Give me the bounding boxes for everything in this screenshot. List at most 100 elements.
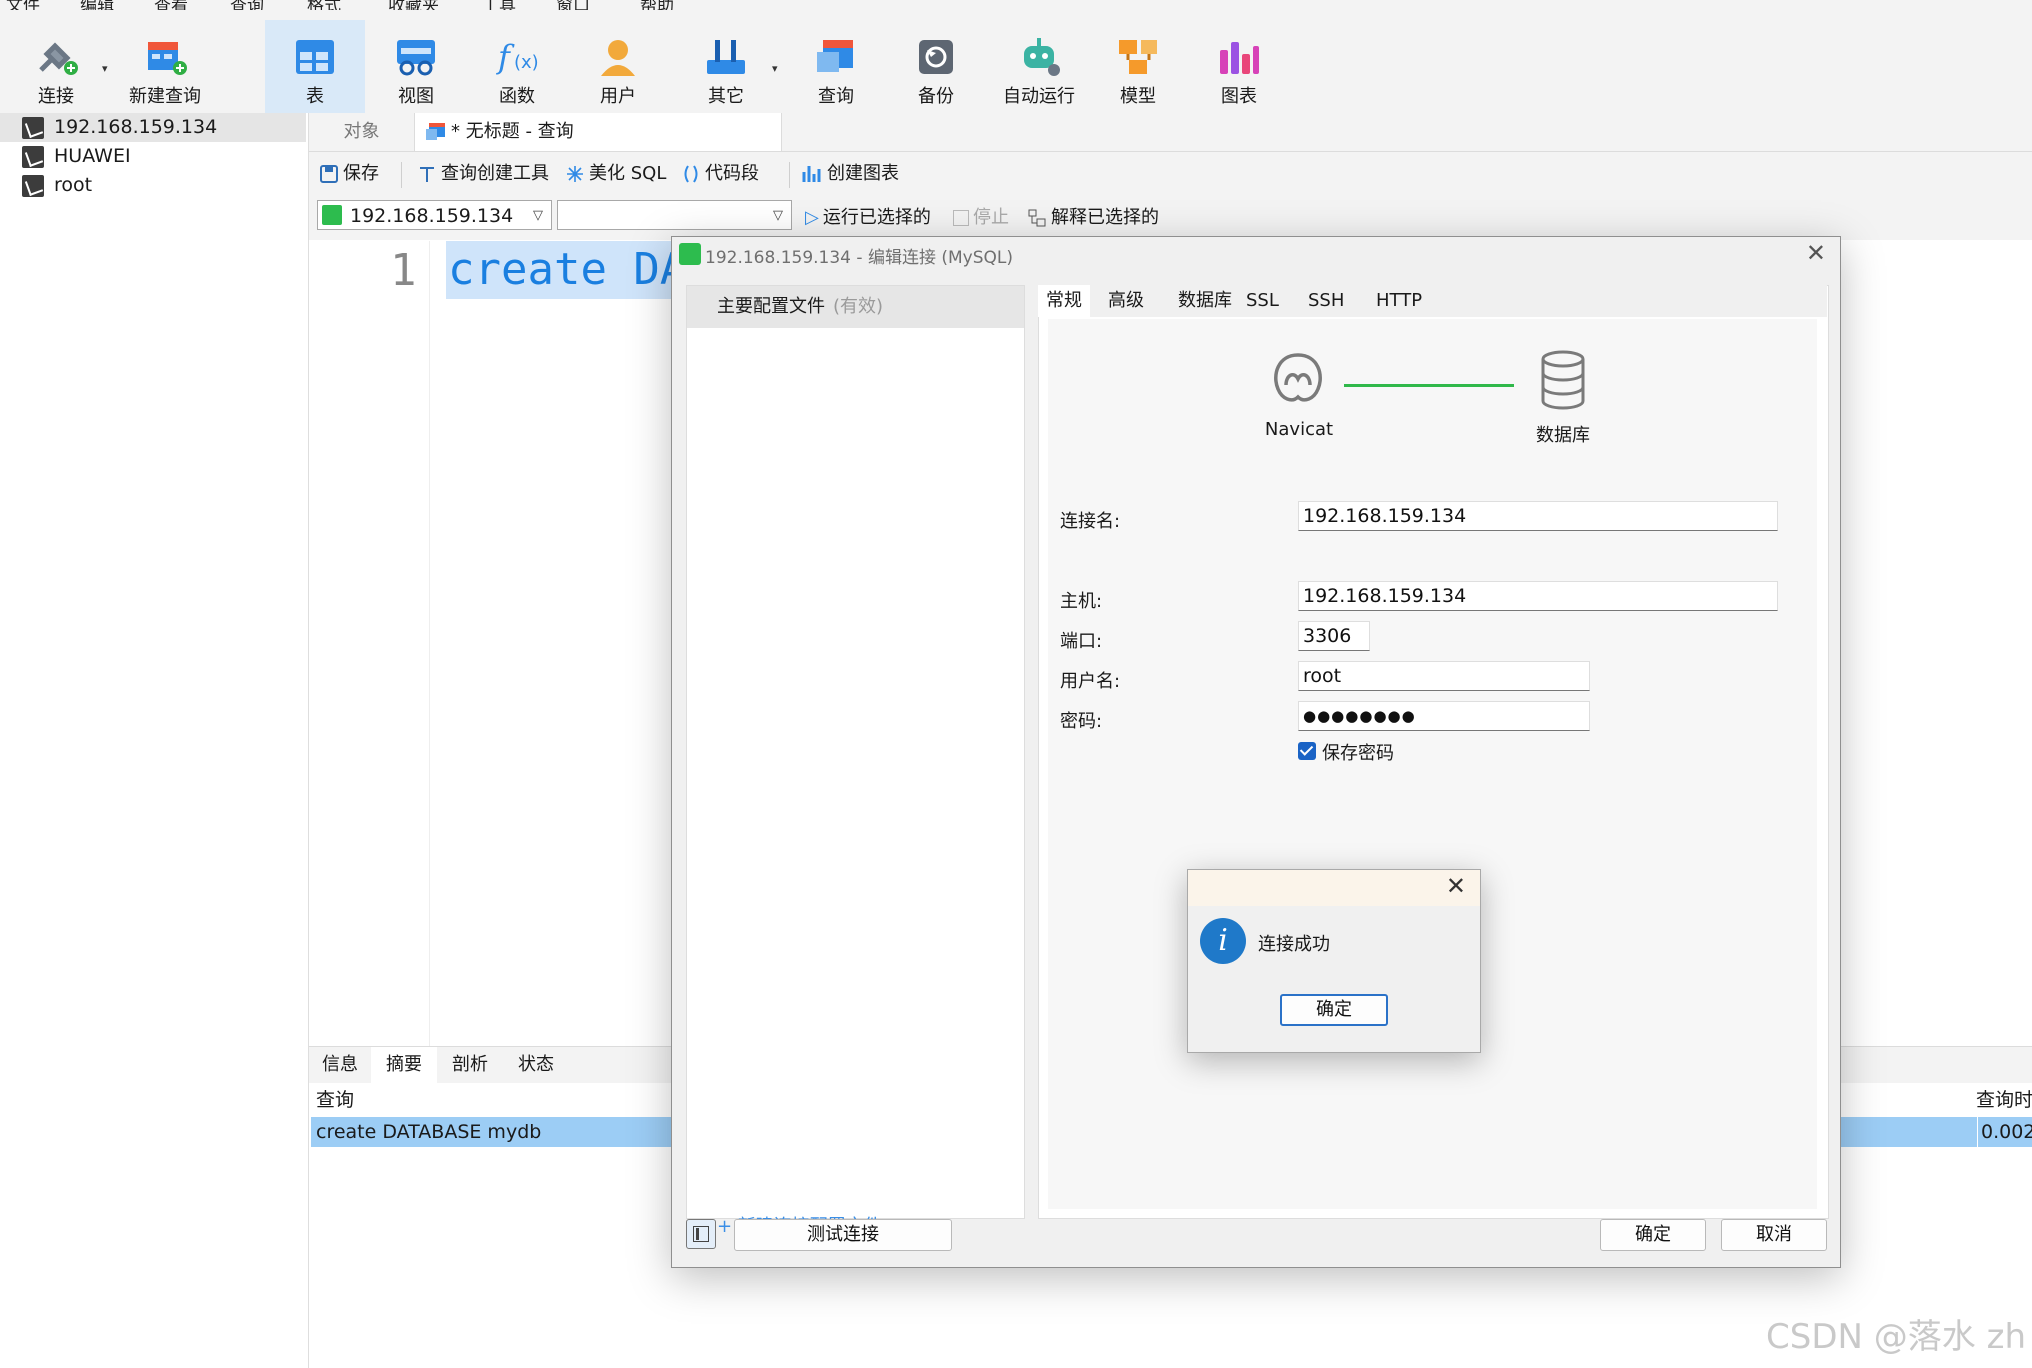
test-connection-button[interactable]: 测试连接 [734,1219,952,1251]
tab-advanced[interactable]: 高级 [1100,285,1152,317]
backup-button[interactable]: 备份 [886,20,986,118]
col-query-header[interactable]: 查询 [316,1085,354,1115]
tab-profile[interactable]: 剖析 [437,1047,503,1083]
tab-strip: 对象 * 无标题 - 查询 [309,113,2032,152]
tab-info[interactable]: 信息 [309,1047,371,1083]
profile-list: 主要配置文件 (有效) + 新建连接配置文件 [686,285,1025,1237]
message-ok-button[interactable]: 确定 [1280,994,1388,1026]
chart-outline-icon [802,166,821,182]
other-dropdown-icon[interactable]: ▾ [772,62,778,75]
table-button[interactable]: 表 [265,20,365,118]
new-query-button[interactable]: 新建查询 [115,20,215,118]
sidebar-icon-bar [696,1228,699,1240]
save-button[interactable]: 保存 [319,162,379,186]
function-button[interactable]: f (x) 函数 [467,20,567,118]
query-icon [817,40,853,72]
menu-query[interactable]: 查询 [230,0,264,10]
tab-ssh[interactable]: SSH [1300,285,1352,317]
password-label: 密码: [1060,711,1103,732]
watermark: CSDN @落水 zh [1766,1317,2026,1357]
run-selected-button[interactable]: ▷ 运行已选择的 [805,206,931,230]
password-field[interactable]: ●●●●●●●● [1298,701,1590,731]
new-query-icon [148,42,187,75]
col-time-header[interactable]: 查询时 [1976,1085,2032,1115]
tab-status[interactable]: 状态 [503,1047,569,1083]
host-label: 主机: [1060,591,1103,612]
menu-format[interactable]: 格式 [307,0,341,10]
save-password-label: 保存密码 [1322,743,1394,764]
general-settings-form: Navicat 数据库 连接名: 192.168.159.134 主机: 192… [1048,319,1817,1209]
menu-window[interactable]: 窗口 [556,0,590,10]
connect-button[interactable]: 连接 [6,20,106,118]
connect-dropdown-icon[interactable]: ▾ [102,62,108,75]
chart-button[interactable]: 图表 [1189,20,1289,118]
tab-untitled-query[interactable]: * 无标题 - 查询 [414,113,782,151]
port-field[interactable]: 3306 [1298,621,1370,651]
explain-icon [1028,209,1046,227]
connection-tree: 192.168.159.134 HUAWEI root [0,113,309,1368]
database-icon [1541,350,1585,410]
menu-help[interactable]: 帮助 [640,0,674,10]
profile-item-main[interactable]: 主要配置文件 (有效) [687,286,1024,328]
navicat-logo-icon [1274,353,1322,402]
explain-selected-button[interactable]: 解释已选择的 [1027,206,1159,230]
view-icon [397,40,435,76]
username-field[interactable]: root [1298,661,1590,691]
tab-ssl[interactable]: SSL [1238,285,1287,317]
beautify-sql-button[interactable]: 美化 SQL [565,162,666,186]
message-text: 连接成功 [1258,934,1330,955]
code-snippet-button[interactable]: 代码段 [681,162,759,186]
message-titlebar: ✕ [1188,870,1480,906]
query-builder-button[interactable]: 查询创建工具 [417,162,549,186]
model-icon [1119,40,1157,74]
other-button[interactable]: 其它 [676,20,776,118]
dialog-titlebar: 192.168.159.134 - 编辑连接 (MySQL) ✕ [672,237,1840,271]
database-select[interactable]: ▽ [557,200,792,230]
create-chart-button[interactable]: 创建图表 [801,162,899,186]
tab-http[interactable]: HTTP [1368,285,1430,317]
close-icon[interactable]: ✕ [1446,872,1466,900]
tab-general[interactable]: 常规 [1038,285,1090,317]
code-line[interactable]: create DA [446,241,689,299]
row-query-cell: create DATABASE mydb [316,1121,542,1143]
automation-button[interactable]: 自动运行 [987,20,1091,118]
menu-edit[interactable]: 编辑 [80,0,114,10]
tree-item-connection[interactable]: 192.168.159.134 [0,113,306,142]
tab-database[interactable]: 数据库 [1170,285,1240,317]
query-button[interactable]: 查询 [786,20,886,118]
tab-summary[interactable]: 摘要 [371,1047,437,1083]
model-button[interactable]: 模型 [1088,20,1188,118]
menu-file[interactable]: 文件 [6,0,40,10]
stop-button[interactable]: 停止 [953,206,1009,230]
view-button[interactable]: 视图 [366,20,466,118]
function-icon: f (x) [496,38,539,76]
menu-view[interactable]: 查看 [154,0,188,10]
row-time-cell: 0.002s [1977,1117,2032,1147]
ok-button[interactable]: 确定 [1600,1219,1706,1251]
close-icon[interactable]: ✕ [1806,239,1826,267]
chevron-down-icon: ▽ [773,208,783,223]
conn-name-label: 连接名: [1060,511,1121,532]
port-label: 端口: [1060,631,1103,652]
svg-text:(x): (x) [514,52,539,73]
conn-name-field[interactable]: 192.168.159.134 [1298,501,1778,531]
connection-success-dialog: ✕ i 连接成功 确定 [1187,869,1481,1053]
tree-item-root[interactable]: root [0,171,306,200]
user-button[interactable]: 用户 [568,20,668,118]
chart-icon [1220,42,1259,74]
diagram-navicat-label: Navicat [1264,419,1334,440]
cancel-button[interactable]: 取消 [1721,1219,1827,1251]
save-icon [320,165,338,183]
menu-favorites[interactable]: 收藏夹 [388,0,439,10]
chevron-down-icon: ▽ [533,208,543,223]
toggle-sidebar-button[interactable] [686,1219,716,1249]
tab-objects[interactable]: 对象 [309,113,414,151]
save-password-checkbox[interactable] [1298,742,1316,760]
menu-tools[interactable]: 工具 [482,0,516,10]
connection-select[interactable]: 192.168.159.134 ▽ [317,200,552,230]
line-number: 1 [390,245,417,296]
tree-item-huawei[interactable]: HUAWEI [0,142,306,171]
username-label: 用户名: [1060,671,1121,692]
host-field[interactable]: 192.168.159.134 [1298,581,1778,611]
play-icon: ▷ [805,207,819,228]
